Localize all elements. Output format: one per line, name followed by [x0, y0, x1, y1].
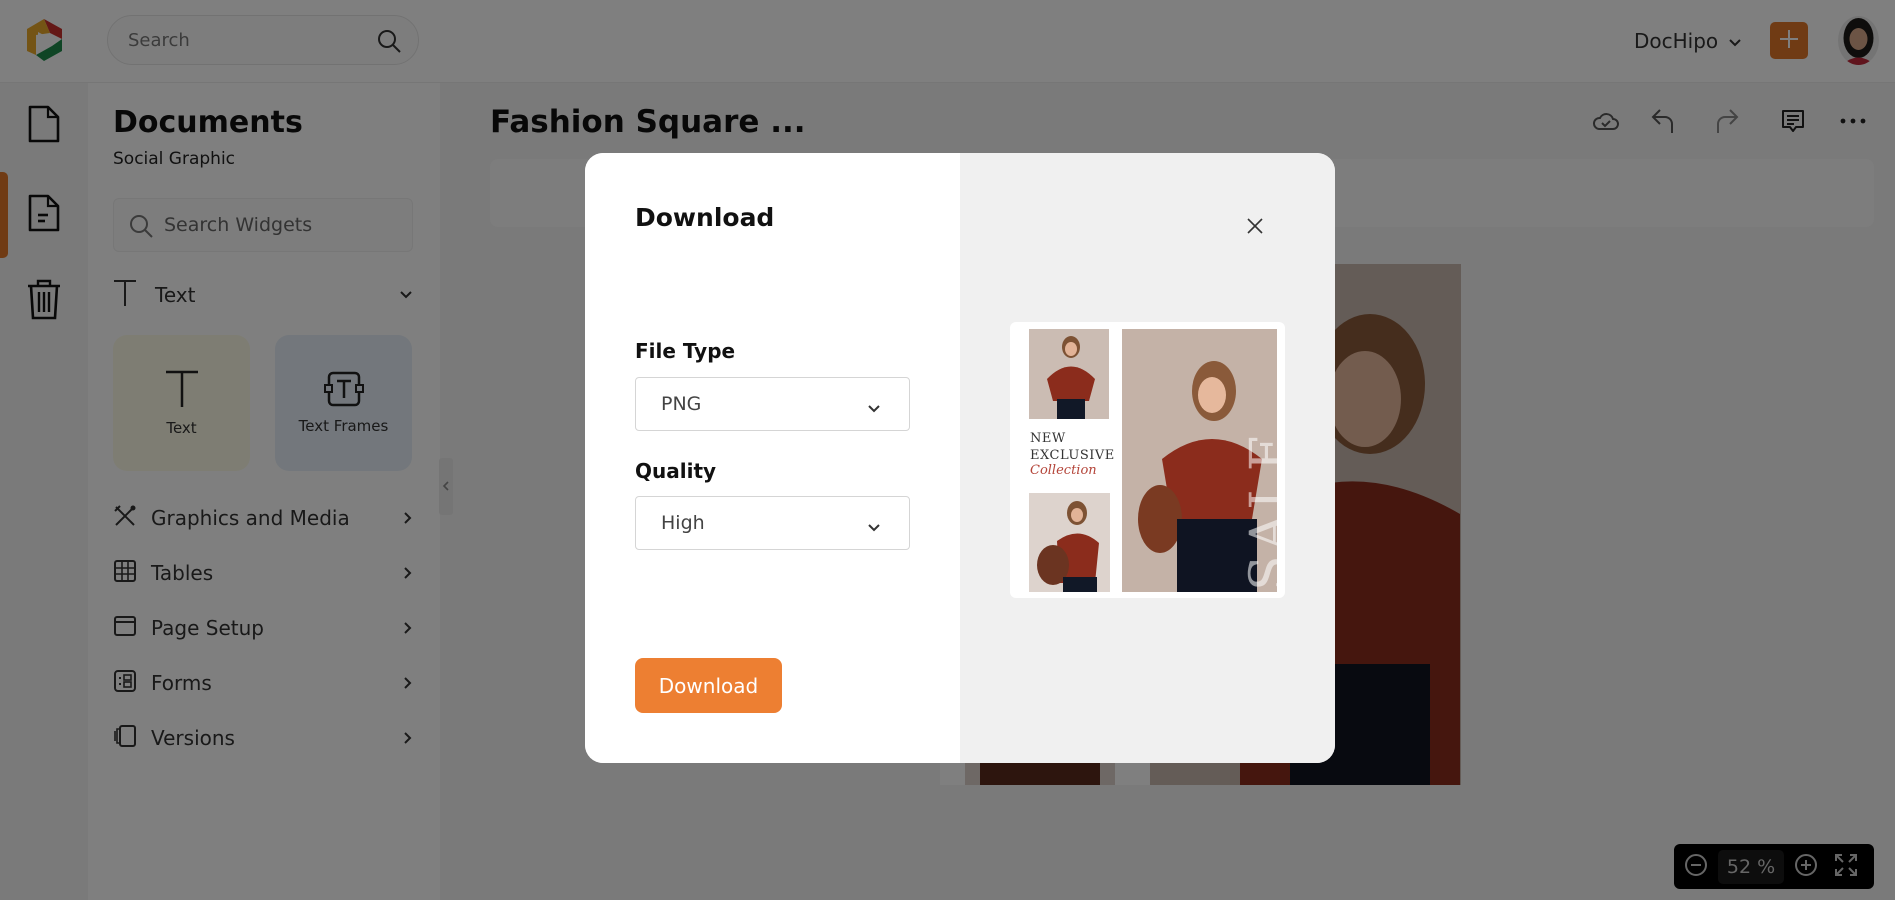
file-type-label: File Type: [635, 339, 736, 363]
preview-text-line3: Collection: [1030, 463, 1097, 478]
download-preview-pane: NEW EXCLUSIVE Collection SALE: [960, 153, 1335, 763]
download-options-pane: Download File Type PNG Quality High Down…: [585, 153, 960, 763]
preview-photo-bottom: [1029, 493, 1110, 592]
preview-sale-text: SALE: [1240, 429, 1277, 591]
quality-value: High: [661, 512, 705, 534]
chevron-down-icon: [867, 516, 881, 538]
design-preview: NEW EXCLUSIVE Collection SALE: [1010, 322, 1285, 598]
close-icon: [1246, 217, 1264, 239]
modal-title: Download: [635, 203, 775, 232]
quality-label: Quality: [635, 459, 717, 483]
preview-photo-top: [1029, 329, 1109, 419]
close-button[interactable]: [1240, 213, 1270, 243]
chevron-down-icon: [867, 397, 881, 419]
preview-photo-main: SALE: [1122, 329, 1277, 592]
file-type-select[interactable]: PNG: [635, 377, 910, 431]
preview-text-line1: NEW: [1030, 431, 1066, 446]
file-type-value: PNG: [661, 393, 702, 415]
quality-select[interactable]: High: [635, 496, 910, 550]
download-modal: Download File Type PNG Quality High Down…: [585, 153, 1335, 763]
preview-text-line2: EXCLUSIVE: [1030, 448, 1115, 463]
download-button[interactable]: Download: [635, 658, 782, 713]
preview-headline: NEW EXCLUSIVE: [1030, 430, 1115, 464]
